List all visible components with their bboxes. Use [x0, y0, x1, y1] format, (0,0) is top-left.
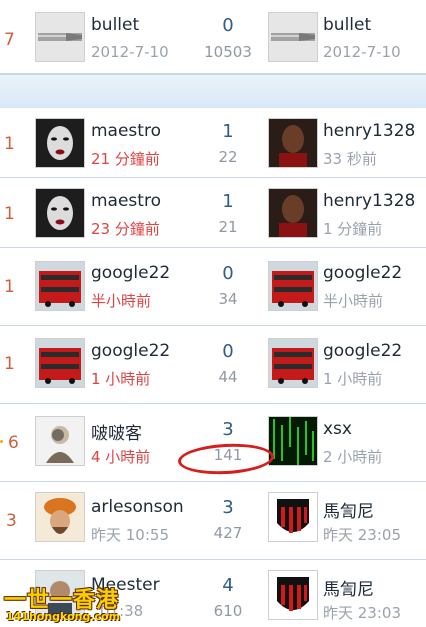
- last-poster-name[interactable]: xsx: [323, 419, 352, 439]
- last-poster-avatar[interactable]: [268, 188, 318, 238]
- last-poster-avatar[interactable]: [268, 416, 318, 466]
- author-name[interactable]: arlesonson: [91, 497, 184, 517]
- thread-number: 6: [8, 433, 19, 453]
- last-poster-avatar[interactable]: [268, 118, 318, 168]
- author-name[interactable]: Meester: [91, 575, 160, 595]
- author-avatar[interactable]: [35, 416, 85, 466]
- last-post-time: 半小時前: [323, 292, 384, 310]
- author-name[interactable]: 啵啵客: [91, 419, 142, 444]
- author-avatar[interactable]: [35, 12, 85, 62]
- post-time: 昨天 10:55: [91, 526, 169, 544]
- author-name[interactable]: bullet: [91, 15, 139, 35]
- status-dot: [0, 440, 3, 443]
- author-name[interactable]: google22: [91, 263, 170, 283]
- last-poster-avatar[interactable]: [268, 261, 318, 311]
- last-post-time: 1 分鐘前: [323, 220, 383, 238]
- post-date: 2012-7-10: [91, 43, 169, 61]
- last-poster-name[interactable]: 馬訇尼: [323, 497, 374, 522]
- thread-row[interactable]: 1 maestro 21 分鐘前 1 22 henry1328 33 秒前: [0, 108, 426, 178]
- post-time: 4 小時前: [91, 448, 151, 466]
- post-time: 1 小時前: [91, 370, 151, 388]
- reply-count[interactable]: 0: [198, 263, 258, 284]
- thread-row[interactable]: Meester 01:38 4 610 馬訇尼 昨天 23:03: [0, 560, 426, 627]
- thread-row[interactable]: 7 bullet 2012-7-10 0 10503 bullet 2012-7…: [0, 0, 426, 74]
- last-post-time: 2 小時前: [323, 448, 383, 466]
- author-name[interactable]: google22: [91, 341, 170, 361]
- last-post-time: 33 秒前: [323, 150, 377, 168]
- author-avatar[interactable]: [35, 338, 85, 388]
- view-count: 21: [218, 218, 238, 236]
- thread-number: 1: [4, 204, 15, 224]
- last-poster-name[interactable]: henry1328: [323, 191, 415, 211]
- author-avatar[interactable]: [35, 261, 85, 311]
- thread-row[interactable]: 1 google22 1 小時前 0 44 google22 1 小時前: [0, 326, 426, 404]
- thread-row[interactable]: 3 arlesonson 昨天 10:55 3 427 馬訇尼 昨天 23:05: [0, 482, 426, 560]
- last-post-time: 昨天 23:05: [323, 526, 401, 544]
- thread-row[interactable]: 1 google22 半小時前 0 34 google22 半小時前: [0, 248, 426, 326]
- section-divider-bar: [0, 74, 426, 110]
- thread-number: 7: [4, 30, 15, 50]
- thread-number: 3: [6, 511, 17, 531]
- author-name[interactable]: maestro: [91, 121, 161, 141]
- thread-number: 1: [4, 277, 15, 297]
- last-poster-name[interactable]: google22: [323, 341, 402, 361]
- reply-count[interactable]: 1: [198, 121, 258, 142]
- view-count: 610: [213, 602, 243, 620]
- last-poster-name[interactable]: henry1328: [323, 121, 415, 141]
- view-count: 44: [218, 368, 238, 386]
- reply-count[interactable]: 0: [198, 15, 258, 36]
- view-count: 34: [218, 290, 238, 308]
- post-time: 01:38: [100, 602, 144, 620]
- author-avatar[interactable]: [35, 570, 85, 620]
- last-poster-avatar[interactable]: [268, 570, 318, 620]
- post-time: 23 分鐘前: [91, 220, 160, 238]
- last-post-time: 昨天 23:03: [323, 604, 401, 622]
- view-count: 427: [213, 524, 243, 542]
- last-poster-name[interactable]: bullet: [323, 15, 371, 35]
- thread-number: 1: [4, 354, 15, 374]
- post-time: 半小時前: [91, 292, 152, 310]
- last-post-time: 2012-7-10: [323, 43, 401, 61]
- last-poster-avatar[interactable]: [268, 338, 318, 388]
- post-time: 21 分鐘前: [91, 150, 160, 168]
- last-post-time: 1 小時前: [323, 370, 383, 388]
- thread-number: 1: [4, 134, 15, 154]
- view-count: 10503: [204, 43, 252, 61]
- reply-count[interactable]: 3: [198, 419, 258, 440]
- view-count: 22: [218, 148, 238, 166]
- author-name[interactable]: maestro: [91, 191, 161, 211]
- thread-row[interactable]: 1 maestro 23 分鐘前 1 21 henry1328 1 分鐘前: [0, 178, 426, 248]
- last-poster-name[interactable]: google22: [323, 263, 402, 283]
- author-avatar[interactable]: [35, 492, 85, 542]
- reply-count[interactable]: 0: [198, 341, 258, 362]
- author-avatar[interactable]: [35, 118, 85, 168]
- reply-count[interactable]: 4: [198, 575, 258, 596]
- reply-count[interactable]: 3: [198, 497, 258, 518]
- last-poster-name[interactable]: 馬訇尼: [323, 575, 374, 600]
- last-poster-avatar[interactable]: [268, 492, 318, 542]
- last-poster-avatar[interactable]: [268, 12, 318, 62]
- author-avatar[interactable]: [35, 188, 85, 238]
- reply-count[interactable]: 1: [198, 191, 258, 212]
